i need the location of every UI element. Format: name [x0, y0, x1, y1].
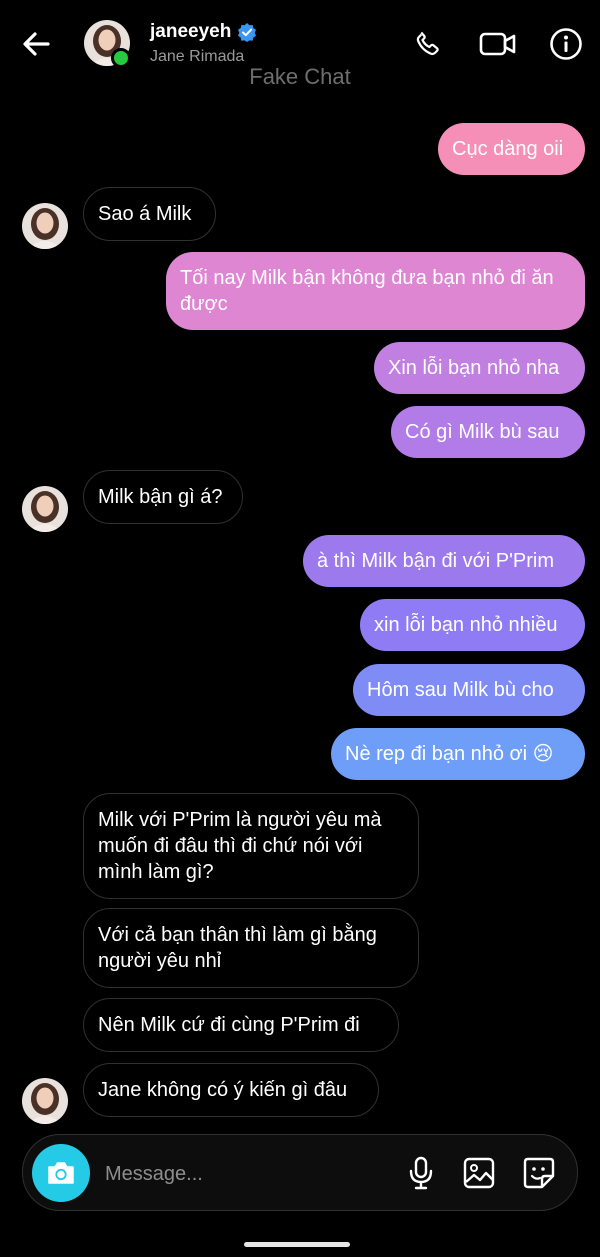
message-sent[interactable]: Tối nay Milk bận không đưa bạn nhỏ đi ăn… [166, 252, 585, 330]
phone-icon[interactable] [408, 24, 448, 64]
sticker-icon[interactable] [519, 1153, 559, 1193]
message-received[interactable]: Milk bận gì á? [83, 470, 243, 524]
message-sent[interactable]: xin lỗi bạn nhỏ nhiều [360, 599, 585, 651]
gallery-icon[interactable] [459, 1153, 499, 1193]
video-camera-icon[interactable] [478, 24, 518, 64]
chat-username[interactable]: janeeyeh [150, 21, 257, 43]
message-sent[interactable]: à thì Milk bận đi với P'Prim [303, 535, 585, 587]
message-sent[interactable]: Có gì Milk bù sau [391, 406, 585, 458]
message-composer [22, 1134, 578, 1211]
message-received[interactable]: Jane không có ý kiến gì đâu [83, 1063, 379, 1117]
camera-icon [48, 1162, 74, 1184]
avatar[interactable] [22, 1078, 68, 1124]
message-input[interactable] [105, 1159, 385, 1189]
home-indicator [244, 1242, 350, 1247]
username-text: janeeyeh [150, 21, 232, 42]
camera-button[interactable] [32, 1144, 90, 1202]
message-sent[interactable]: Cục dàng oii [438, 123, 585, 175]
verified-badge-icon [237, 22, 257, 42]
message-received[interactable]: Sao á Milk [83, 187, 216, 241]
avatar[interactable] [22, 203, 68, 249]
message-received[interactable]: Milk với P'Prim là người yêu mà muốn đi … [83, 793, 419, 899]
message-sent[interactable]: Hôm sau Milk bù cho [353, 664, 585, 716]
message-received[interactable]: Nên Milk cứ đi cùng P'Prim đi [83, 998, 399, 1052]
message-sent[interactable]: Xin lỗi bạn nhỏ nha [374, 342, 585, 394]
message-received[interactable]: Với cả bạn thân thì làm gì bằng người yê… [83, 908, 419, 988]
info-icon[interactable] [546, 24, 586, 64]
microphone-icon[interactable] [401, 1153, 441, 1193]
chat-header: janeeyeh Jane Rimada Fake Chat [0, 0, 600, 95]
avatar[interactable] [22, 486, 68, 532]
watermark-text: Fake Chat [249, 64, 351, 89]
back-arrow-icon[interactable] [18, 26, 54, 62]
message-sent[interactable]: Nè rep đi bạn nhỏ ơi 😢 [331, 728, 585, 780]
